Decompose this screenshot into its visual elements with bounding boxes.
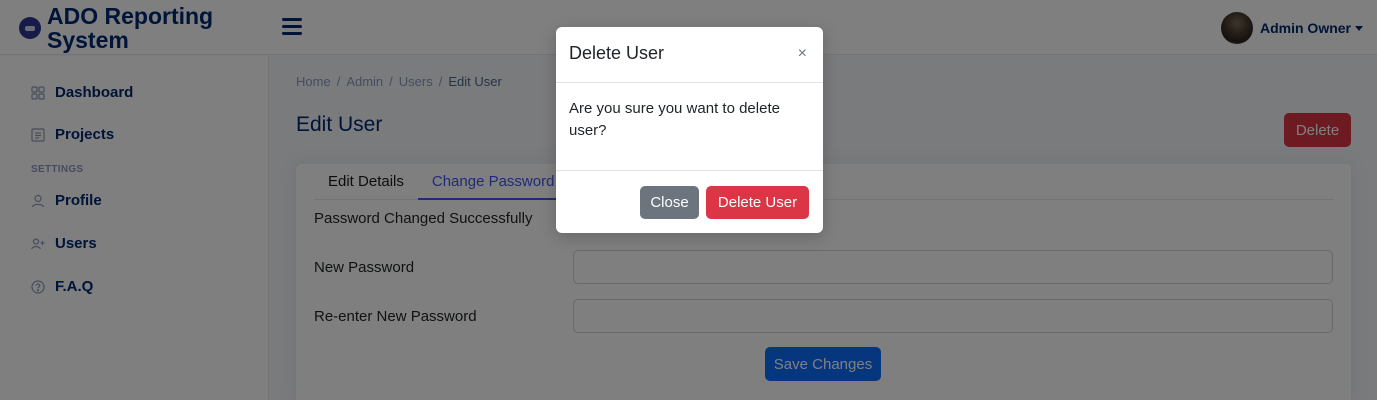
close-icon[interactable]: × — [798, 46, 807, 62]
close-button[interactable]: Close — [640, 186, 699, 219]
modal-footer: Close Delete User — [556, 170, 823, 233]
modal-body-text: Are you sure you want to delete user? — [569, 100, 780, 139]
modal-header: Delete User × — [556, 27, 823, 83]
delete-user-modal: Delete User × Are you sure you want to d… — [556, 27, 823, 233]
modal-title: Delete User — [569, 43, 665, 63]
delete-user-button[interactable]: Delete User — [706, 186, 809, 219]
